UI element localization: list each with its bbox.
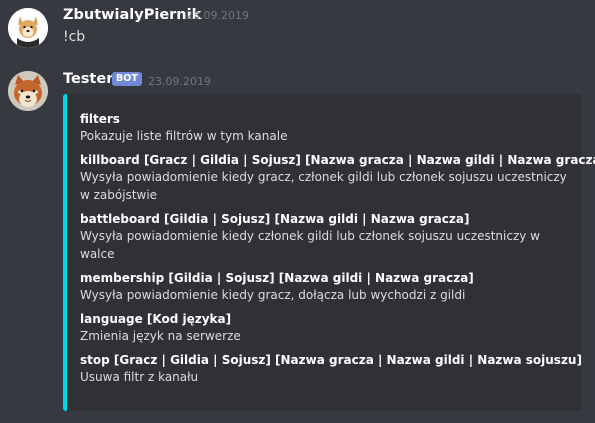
embed-field-name: membership [Gildia | Sojusz] [Nazwa gild… (80, 271, 474, 285)
embed-field-value: Wysyła powiadomienie kiedy członek gildi… (80, 229, 540, 261)
embed-field-name: killboard [Gracz | Gildia | Sojusz] [Naz… (80, 153, 595, 167)
embed-field: language [Kod języka] Zmienia język na s… (80, 311, 572, 345)
embed-field-value: Usuwa filtr z kanału (80, 370, 199, 384)
embed-field: filters Pokazuje liste filtrów w tym kan… (80, 111, 572, 145)
user-avatar[interactable] (8, 8, 48, 48)
shiba-avatar-icon (8, 71, 48, 111)
embed-field-value: Wysyła powiadomienie kiedy gracz, dołącz… (80, 288, 466, 302)
message-timestamp: 23.09.2019 (186, 9, 249, 22)
embed-field-name: language [Kod języka] (80, 312, 232, 326)
dog-avatar-icon (8, 8, 48, 48)
embed-field-value: Pokazuje liste filtrów w tym kanale (80, 129, 288, 143)
chat-view: ZbutwialyPiernik 23.09.2019 !cb Tester B… (0, 0, 595, 423)
message-author[interactable]: Tester (63, 70, 113, 88)
embed-field-value: Wysyła powiadomienie kiedy gracz, człone… (80, 170, 567, 202)
embed-field-name: battleboard [Gildia | Sojusz] [Nazwa gil… (80, 212, 470, 226)
message-timestamp: 23.09.2019 (148, 75, 211, 88)
bot-avatar[interactable] (8, 71, 48, 111)
embed-field-name: filters (80, 112, 120, 126)
embed-field-value: Zmienia język na serwerze (80, 329, 241, 343)
embed-field: stop [Gracz | Gildia | Sojusz] [Nazwa gr… (80, 352, 582, 386)
embed-field-name: stop [Gracz | Gildia | Sojusz] [Nazwa gr… (80, 353, 582, 367)
message-content: !cb (63, 29, 86, 45)
message-author[interactable]: ZbutwialyPiernik (63, 6, 201, 24)
bot-badge: BOT (112, 72, 142, 86)
embed-field: killboard [Gracz | Gildia | Sojusz] [Naz… (80, 152, 595, 204)
embed-field: battleboard [Gildia | Sojusz] [Nazwa gil… (80, 211, 572, 263)
embed-field: membership [Gildia | Sojusz] [Nazwa gild… (80, 270, 572, 304)
message-embed: filters Pokazuje liste filtrów w tym kan… (63, 94, 595, 411)
